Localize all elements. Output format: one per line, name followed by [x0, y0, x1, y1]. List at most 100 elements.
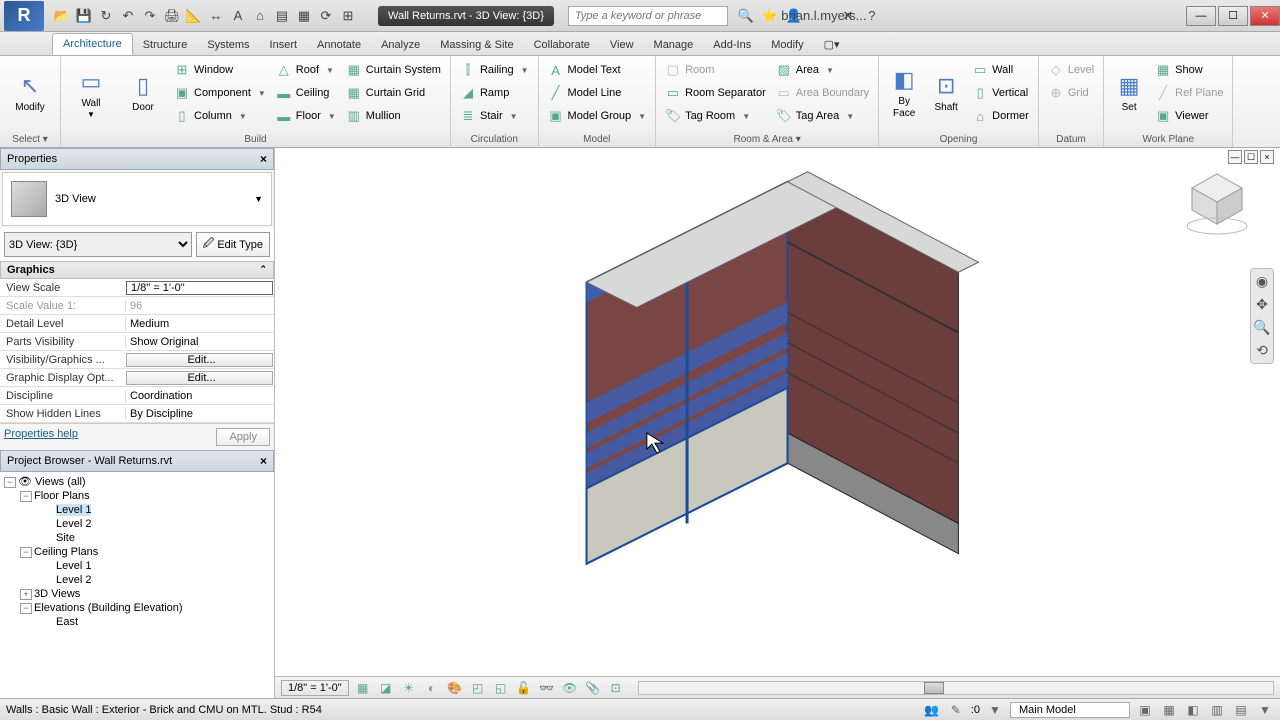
- open-icon[interactable]: 📂: [52, 6, 72, 26]
- pan-icon[interactable]: ✥: [1256, 296, 1268, 313]
- zoom-icon[interactable]: 🔍: [1253, 319, 1270, 336]
- search-input[interactable]: [568, 6, 728, 26]
- expand-icon[interactable]: −: [20, 491, 32, 502]
- 3d-icon[interactable]: ⌂: [250, 6, 270, 26]
- exchange-icon[interactable]: ✕: [838, 6, 858, 26]
- curtainsys-button[interactable]: ▦Curtain System: [342, 59, 445, 81]
- vc-reveal-icon[interactable]: 👁: [561, 680, 579, 696]
- redo-icon[interactable]: ↷: [140, 6, 160, 26]
- grid-button[interactable]: ⊕Grid: [1044, 82, 1098, 104]
- column-button[interactable]: ▯Column▼: [170, 105, 270, 127]
- vc-sun-icon[interactable]: ☀: [400, 680, 418, 696]
- view-cube[interactable]: [1182, 166, 1252, 236]
- vertical-button[interactable]: ▯Vertical: [968, 82, 1033, 104]
- sync2-icon[interactable]: ⟳: [316, 6, 336, 26]
- room-button[interactable]: ▢Room: [661, 59, 770, 81]
- show-button[interactable]: ▦Show: [1151, 59, 1227, 81]
- vc-lock-icon[interactable]: 🔓: [515, 680, 533, 696]
- tree-east[interactable]: East: [2, 615, 272, 629]
- help-icon[interactable]: ?: [862, 6, 882, 26]
- model-canvas[interactable]: [275, 148, 1280, 698]
- search-go-icon[interactable]: 🔍: [736, 6, 756, 26]
- properties-close-icon[interactable]: ×: [260, 152, 267, 166]
- tree-cp-level1[interactable]: Level 1: [2, 559, 272, 573]
- ramp-button[interactable]: ◢Ramp: [456, 82, 533, 104]
- vc-style-icon[interactable]: ◪: [377, 680, 395, 696]
- ceiling-button[interactable]: ▬Ceiling: [272, 82, 340, 104]
- properties-help-link[interactable]: Properties help: [4, 428, 78, 446]
- vw-min-icon[interactable]: —: [1228, 150, 1242, 164]
- vw-max-icon[interactable]: ☐: [1244, 150, 1258, 164]
- instance-filter[interactable]: 3D View: {3D}: [4, 232, 192, 257]
- print-icon[interactable]: 🖨: [162, 6, 182, 26]
- roomsep-button[interactable]: ▭Room Separator: [661, 82, 770, 104]
- sb-i6-icon[interactable]: ▼: [1256, 702, 1274, 718]
- modeltext-button[interactable]: AModel Text: [544, 59, 651, 81]
- dormer-button[interactable]: ⌂Dormer: [968, 105, 1033, 127]
- edit-type-button[interactable]: 🖉Edit Type: [196, 232, 270, 257]
- sb-i3-icon[interactable]: ◧: [1184, 702, 1202, 718]
- undo-icon[interactable]: ↶: [118, 6, 138, 26]
- area-button[interactable]: ▨Area▼: [772, 59, 873, 81]
- fullnav-icon[interactable]: ◉: [1256, 273, 1268, 290]
- partsvis-field[interactable]: Show Original: [125, 336, 274, 348]
- wallop-button[interactable]: ▭Wall: [968, 59, 1033, 81]
- hiddenlines-field[interactable]: By Discipline: [125, 408, 274, 420]
- tab-view[interactable]: View: [600, 35, 644, 55]
- tree-ceilingplans[interactable]: −Ceiling Plans: [2, 545, 272, 559]
- window-button[interactable]: ⊞Window: [170, 59, 270, 81]
- stair-button[interactable]: ≣Stair▼: [456, 105, 533, 127]
- tree-site[interactable]: Site: [2, 531, 272, 545]
- vc-cropvis-icon[interactable]: ◱: [492, 680, 510, 696]
- maximize-button[interactable]: ☐: [1218, 6, 1248, 26]
- sheet-icon[interactable]: ▦: [294, 6, 314, 26]
- vc-crop-icon[interactable]: ◰: [469, 680, 487, 696]
- expand-icon[interactable]: −: [4, 477, 16, 488]
- tree-cp-level2[interactable]: Level 2: [2, 573, 272, 587]
- railing-button[interactable]: ⫿Railing▼: [456, 59, 533, 81]
- curtaingrid-button[interactable]: ▦Curtain Grid: [342, 82, 445, 104]
- graphics-section[interactable]: Graphics⌃: [0, 261, 274, 279]
- tree-elevations[interactable]: −Elevations (Building Elevation): [2, 601, 272, 615]
- user-name[interactable]: brian.l.myers...: [814, 6, 834, 26]
- text-icon[interactable]: A: [228, 6, 248, 26]
- graphicdisp-button[interactable]: Edit...: [126, 371, 273, 385]
- browser-close-icon[interactable]: ×: [260, 454, 267, 468]
- vc-constraint-icon[interactable]: 📎: [584, 680, 602, 696]
- tab-annotate[interactable]: Annotate: [307, 35, 371, 55]
- orbit-icon[interactable]: ⟲: [1256, 342, 1268, 359]
- visgraphics-button[interactable]: Edit...: [126, 353, 273, 367]
- tab-analyze[interactable]: Analyze: [371, 35, 430, 55]
- sb-filter-icon[interactable]: ▼: [986, 702, 1004, 718]
- level-button[interactable]: ◇Level: [1044, 59, 1098, 81]
- close-button[interactable]: ✕: [1250, 6, 1280, 26]
- tab-systems[interactable]: Systems: [197, 35, 259, 55]
- sb-i1-icon[interactable]: ▣: [1136, 702, 1154, 718]
- tree-level2[interactable]: Level 2: [2, 517, 272, 531]
- floor-button[interactable]: ▬Floor▼: [272, 105, 340, 127]
- vc-temp-icon[interactable]: 👓: [538, 680, 556, 696]
- tree-3dviews[interactable]: +3D Views: [2, 587, 272, 601]
- modify-button[interactable]: ↖ Modify: [5, 59, 55, 127]
- set-button[interactable]: ▦Set: [1109, 59, 1149, 127]
- scale-display[interactable]: 1/8" = 1'-0": [281, 680, 349, 696]
- tagroom-button[interactable]: 🏷Tag Room▼: [661, 105, 770, 127]
- refplane-button[interactable]: ╱Ref Plane: [1151, 82, 1227, 104]
- sb-editreq-icon[interactable]: ✎: [947, 702, 965, 718]
- tree-views[interactable]: −👁 Views (all): [2, 474, 272, 489]
- dim-icon[interactable]: ↔: [206, 6, 226, 26]
- workset-selector[interactable]: Main Model: [1010, 702, 1130, 718]
- sb-workset-icon[interactable]: 👥: [923, 702, 941, 718]
- minimize-button[interactable]: —: [1186, 6, 1216, 26]
- switch-icon[interactable]: ⊞: [338, 6, 358, 26]
- viewscale-field[interactable]: 1/8" = 1'-0": [126, 281, 273, 295]
- expand-icon[interactable]: +: [20, 589, 32, 600]
- wall-button[interactable]: ▭Wall▼: [66, 59, 116, 127]
- tab-modify[interactable]: Modify: [761, 35, 813, 55]
- vw-close-icon[interactable]: ×: [1260, 150, 1274, 164]
- byface-button[interactable]: ◧By Face: [884, 59, 924, 127]
- roof-button[interactable]: △Roof▼: [272, 59, 340, 81]
- detaillevel-field[interactable]: Medium: [125, 318, 274, 330]
- expand-icon[interactable]: −: [20, 547, 32, 558]
- vc-analytical-icon[interactable]: ⊡: [607, 680, 625, 696]
